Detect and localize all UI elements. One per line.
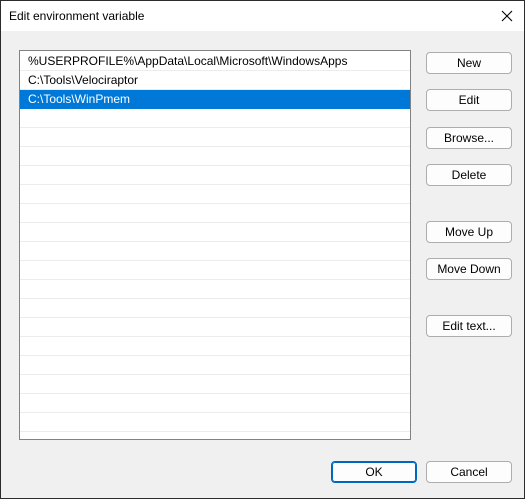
edit-environment-variable-dialog: Edit environment variable %USERPROFILE%\… <box>0 0 525 499</box>
empty-list-row[interactable] <box>20 280 410 299</box>
empty-list-row[interactable] <box>20 109 410 128</box>
empty-list-row[interactable] <box>20 166 410 185</box>
empty-list-row[interactable] <box>20 223 410 242</box>
delete-button[interactable]: Delete <box>426 164 512 186</box>
list-item-text: %USERPROFILE%\AppData\Local\Microsoft\Wi… <box>28 54 348 68</box>
empty-list-row[interactable] <box>20 185 410 204</box>
empty-list-row[interactable] <box>20 318 410 337</box>
empty-list-row[interactable] <box>20 394 410 413</box>
empty-list-row[interactable] <box>20 375 410 394</box>
edit-button[interactable]: Edit <box>426 89 512 111</box>
list-item-text: C:\Tools\Velociraptor <box>28 73 139 87</box>
empty-list-row[interactable] <box>20 204 410 223</box>
list-item[interactable]: %USERPROFILE%\AppData\Local\Microsoft\Wi… <box>20 52 410 71</box>
window-title: Edit environment variable <box>9 9 145 23</box>
close-icon <box>501 10 513 22</box>
move-down-button[interactable]: Move Down <box>426 258 512 280</box>
cancel-button[interactable]: Cancel <box>426 461 512 483</box>
new-button[interactable]: New <box>426 52 512 74</box>
path-entries-list[interactable]: %USERPROFILE%\AppData\Local\Microsoft\Wi… <box>19 50 411 440</box>
empty-list-row[interactable] <box>20 242 410 261</box>
empty-list-row[interactable] <box>20 128 410 147</box>
edit-text-button[interactable]: Edit text... <box>426 315 512 337</box>
list-item-text: C:\Tools\WinPmem <box>28 92 131 106</box>
empty-list-row[interactable] <box>20 413 410 432</box>
title-bar: Edit environment variable <box>1 1 524 31</box>
empty-list-row[interactable] <box>20 299 410 318</box>
empty-list-row[interactable] <box>20 356 410 375</box>
list-item[interactable]: C:\Tools\Velociraptor <box>20 71 410 90</box>
move-up-button[interactable]: Move Up <box>426 221 512 243</box>
empty-list-row[interactable] <box>20 147 410 166</box>
list-item[interactable]: C:\Tools\WinPmem <box>20 90 410 109</box>
browse-button[interactable]: Browse... <box>426 127 512 149</box>
close-button[interactable] <box>490 1 524 31</box>
empty-list-row[interactable] <box>20 261 410 280</box>
ok-button[interactable]: OK <box>331 461 417 483</box>
empty-list-row[interactable] <box>20 337 410 356</box>
